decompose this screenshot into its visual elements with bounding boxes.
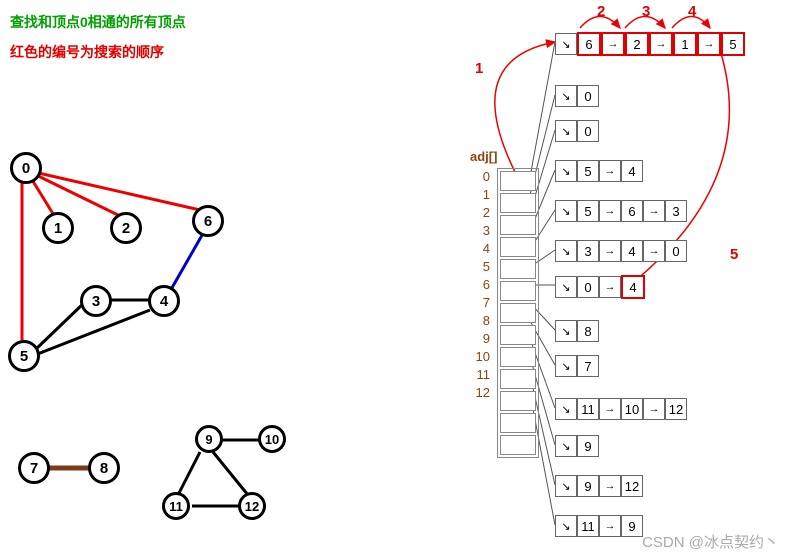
adj-node: 5	[577, 200, 599, 222]
adj-node: 1	[673, 32, 697, 56]
vertex-12: 12	[238, 492, 266, 520]
step-3: 3	[642, 3, 650, 20]
adj-array	[497, 168, 539, 458]
vertex-4: 4	[148, 285, 180, 317]
adj-row-8: ↘7	[555, 355, 599, 377]
arrow-icon: →	[643, 240, 665, 262]
arrow-icon: →	[599, 515, 621, 537]
vertex-9: 9	[195, 425, 223, 453]
arrow-icon: →	[599, 398, 621, 420]
adj-node: 12	[621, 475, 643, 497]
arrow-icon: →	[643, 398, 665, 420]
vertex-6: 6	[192, 205, 224, 237]
arrow-icon: →	[599, 200, 621, 222]
arrow-icon: →	[643, 200, 665, 222]
vertex-7: 7	[18, 452, 50, 484]
adj-row-3: ↘5→4	[555, 160, 643, 182]
arrow-icon: →	[599, 240, 621, 262]
adj-node: 9	[577, 435, 599, 457]
adj-row-2: ↘0	[555, 120, 599, 142]
arrow-icon: →	[599, 160, 621, 182]
vertex-5: 5	[8, 340, 40, 372]
adj-node: 9	[621, 515, 643, 537]
adj-node: 6	[621, 200, 643, 222]
arrow-icon: →	[697, 32, 721, 56]
vertex-3: 3	[80, 285, 112, 317]
adj-node: 11	[577, 398, 599, 420]
adj-node: 0	[577, 276, 599, 298]
adj-row-1: ↘0	[555, 85, 599, 107]
step-4: 4	[688, 3, 696, 20]
adj-row-7: ↘8	[555, 320, 599, 342]
adj-node: 4	[621, 275, 645, 299]
vertex-1: 1	[42, 212, 74, 244]
adj-node: 11	[577, 515, 599, 537]
adj-node: 4	[621, 160, 643, 182]
adj-node: 0	[665, 240, 687, 262]
arrow-icon: →	[649, 32, 673, 56]
adj-node: 0	[577, 85, 599, 107]
step-2: 2	[597, 3, 605, 20]
adj-node: 4	[621, 240, 643, 262]
adj-node: 0	[577, 120, 599, 142]
adj-row-10: ↘9	[555, 435, 599, 457]
arrow-icon: →	[601, 32, 625, 56]
adj-node: 3	[665, 200, 687, 222]
adj-row-5: ↘3→4→0	[555, 240, 687, 262]
adj-node: 6	[577, 32, 601, 56]
step-1: 1	[475, 60, 483, 77]
vertex-11: 11	[162, 492, 190, 520]
adj-node: 5	[721, 32, 745, 56]
adj-node: 12	[665, 398, 687, 420]
adj-label: adj[]	[470, 149, 497, 164]
adj-node: 9	[577, 475, 599, 497]
adj-node: 10	[621, 398, 643, 420]
adj-row-11: ↘9→12	[555, 475, 643, 497]
adj-row-4: ↘5→6→3	[555, 200, 687, 222]
step-5: 5	[730, 246, 738, 263]
adj-row-9: ↘11→10→12	[555, 398, 687, 420]
adj-row-12: ↘11→9	[555, 515, 643, 537]
adj-node: 7	[577, 355, 599, 377]
adj-node: 3	[577, 240, 599, 262]
adj-node: 2	[625, 32, 649, 56]
vertex-10: 10	[258, 425, 286, 453]
arrow-icon: →	[599, 276, 621, 298]
adj-node: 5	[577, 160, 599, 182]
adj-row-0: ↘6→2→1→5	[555, 32, 745, 56]
adj-row-6: ↘0→4	[555, 275, 645, 299]
vertex-2: 2	[110, 212, 142, 244]
watermark: CSDN @冰点契约丶	[642, 531, 779, 552]
vertex-8: 8	[88, 452, 120, 484]
adj-node: 8	[577, 320, 599, 342]
arrow-icon: →	[599, 475, 621, 497]
vertex-0: 0	[10, 152, 42, 184]
